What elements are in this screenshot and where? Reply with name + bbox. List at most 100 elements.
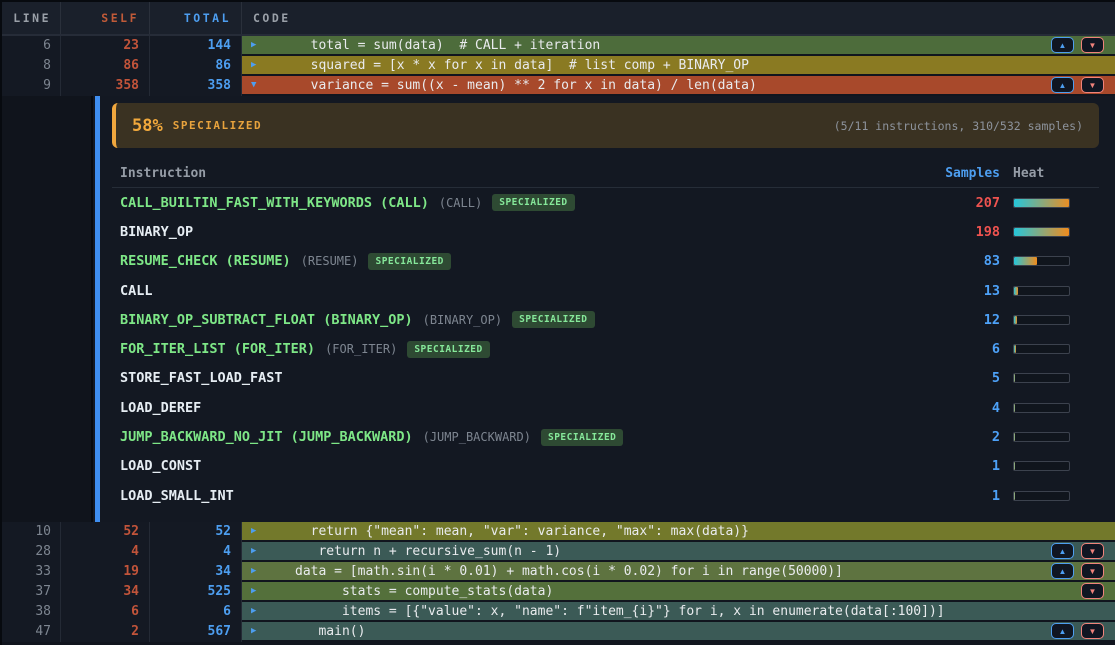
instruction-table-header: Instruction Samples Heat — [112, 160, 1099, 188]
instruction-table-body: CALL_BUILTIN_FAST_WITH_KEYWORDS (CALL) (… — [112, 188, 1099, 510]
total-samples: 34 — [150, 562, 242, 582]
instruction-base-opcode: (BINARY_OP) — [423, 313, 502, 327]
expand-arrow-icon[interactable]: ▶ — [251, 542, 256, 560]
expand-arrow-icon[interactable]: ▼ — [251, 76, 256, 94]
heat-bar-fill — [1014, 257, 1037, 265]
gutter-background — [2, 96, 93, 522]
instruction-name: CALL — [120, 283, 153, 299]
expand-arrow-icon[interactable]: ▶ — [251, 602, 256, 620]
self-samples: 86 — [61, 56, 150, 76]
navigate-up-button[interactable]: ▲ — [1051, 563, 1074, 579]
instruction-name: LOAD_CONST — [120, 458, 201, 474]
heat-bar-fill — [1014, 404, 1015, 412]
code-cell[interactable]: ▶ return {"mean": mean, "var": variance,… — [242, 522, 1115, 542]
line-number: 8 — [2, 56, 61, 76]
code-text: total = sum(data) # CALL + iteration — [295, 36, 600, 55]
navigate-down-button[interactable]: ▼ — [1081, 563, 1104, 579]
code-cell[interactable]: ▶ squared = [x * x for x in data] # list… — [242, 56, 1115, 76]
self-samples: 52 — [61, 522, 150, 542]
instruction-row: LOAD_DEREF 4 — [112, 393, 1099, 422]
self-samples: 34 — [61, 582, 150, 602]
instruction-row: LOAD_SMALL_INT 1 — [112, 481, 1099, 510]
code-cell[interactable]: ▼ variance = sum((x - mean) ** 2 for x i… — [242, 76, 1115, 96]
instruction-sample-count: 6 — [920, 341, 1000, 357]
instruction-base-opcode: (RESUME) — [301, 254, 359, 268]
heat-bar — [1013, 403, 1070, 413]
line-number: 6 — [2, 36, 61, 56]
expand-arrow-icon[interactable]: ▶ — [251, 56, 256, 74]
code-text: data = [math.sin(i * 0.01) + math.cos(i … — [295, 562, 843, 581]
self-samples: 6 — [61, 602, 150, 622]
self-samples: 358 — [61, 76, 150, 96]
expand-arrow-icon[interactable]: ▶ — [251, 622, 256, 640]
code-line-row: 38 6 6 ▶ items = [{"value": x, "name": f… — [2, 602, 1115, 622]
specialized-badge: SPECIALIZED — [368, 253, 450, 270]
heat-bar — [1013, 344, 1070, 354]
heat-bar — [1013, 373, 1070, 383]
instruction-row: CALL_BUILTIN_FAST_WITH_KEYWORDS (CALL) (… — [112, 188, 1099, 217]
specialization-banner: 58% SPECIALIZED (5/11 instructions, 310/… — [112, 103, 1099, 148]
instruction-sample-count: 5 — [920, 370, 1000, 386]
navigate-down-button[interactable]: ▼ — [1081, 543, 1104, 559]
instruction-base-opcode: (FOR_ITER) — [325, 342, 397, 356]
instruction-name: CALL_BUILTIN_FAST_WITH_KEYWORDS (CALL) — [120, 195, 429, 211]
instruction-name: RESUME_CHECK (RESUME) — [120, 253, 291, 269]
banner-summary: (5/11 instructions, 310/532 samples) — [834, 119, 1083, 133]
navigate-down-button[interactable]: ▼ — [1081, 77, 1104, 93]
expand-arrow-icon[interactable]: ▶ — [251, 582, 256, 600]
code-text: variance = sum((x - mean) ** 2 for x in … — [295, 76, 757, 95]
instruction-sample-count: 2 — [920, 429, 1000, 445]
code-line-row: 37 34 525 ▶ stats = compute_stats(data) … — [2, 582, 1115, 602]
instruction-sample-count: 1 — [920, 458, 1000, 474]
navigate-up-button[interactable]: ▲ — [1051, 77, 1074, 93]
total-samples: 567 — [150, 622, 242, 642]
code-cell[interactable]: ▶ return n + recursive_sum(n - 1) ▲ ▼ — [242, 542, 1115, 562]
instruction-row: BINARY_OP_SUBTRACT_FLOAT (BINARY_OP) (BI… — [112, 305, 1099, 334]
navigate-up-button[interactable]: ▲ — [1051, 37, 1074, 53]
self-samples: 23 — [61, 36, 150, 56]
code-cell[interactable]: ▶ data = [math.sin(i * 0.01) + math.cos(… — [242, 562, 1115, 582]
line-number: 38 — [2, 602, 61, 622]
heat-bar-fill — [1014, 374, 1015, 382]
heat-bar-fill — [1014, 492, 1015, 500]
code-cell[interactable]: ▶ main() ▲ ▼ — [242, 622, 1115, 642]
navigate-up-button[interactable]: ▲ — [1051, 543, 1074, 559]
instruction-row: STORE_FAST_LOAD_FAST 5 — [112, 364, 1099, 393]
specialization-details-panel: 58% SPECIALIZED (5/11 instructions, 310/… — [2, 96, 1115, 522]
navigate-up-button[interactable]: ▲ — [1051, 623, 1074, 639]
instruction-sample-count: 13 — [920, 283, 1000, 299]
code-cell[interactable]: ▶ total = sum(data) # CALL + iteration ▲… — [242, 36, 1115, 56]
instruction-name: JUMP_BACKWARD_NO_JIT (JUMP_BACKWARD) — [120, 429, 413, 445]
heat-bar-fill — [1014, 433, 1015, 441]
instruction-name: FOR_ITER_LIST (FOR_ITER) — [120, 341, 315, 357]
instruction-column-header: Instruction — [112, 166, 920, 181]
line-number: 33 — [2, 562, 61, 582]
code-cell[interactable]: ▶ stats = compute_stats(data) ▼ — [242, 582, 1115, 602]
total-samples: 358 — [150, 76, 242, 96]
instruction-row: CALL 13 — [112, 276, 1099, 305]
expand-arrow-icon[interactable]: ▶ — [251, 562, 256, 580]
instruction-name: LOAD_DEREF — [120, 400, 201, 416]
instruction-sample-count: 198 — [920, 224, 1000, 240]
total-samples: 525 — [150, 582, 242, 602]
heat-bar-fill — [1014, 345, 1016, 353]
specialized-badge: SPECIALIZED — [512, 311, 594, 328]
heat-bar-fill — [1014, 199, 1070, 207]
instruction-row: JUMP_BACKWARD_NO_JIT (JUMP_BACKWARD) (JU… — [112, 422, 1099, 451]
heat-bar — [1013, 491, 1070, 501]
navigate-down-button[interactable]: ▼ — [1081, 37, 1104, 53]
instruction-row: FOR_ITER_LIST (FOR_ITER) (FOR_ITER) SPEC… — [112, 334, 1099, 363]
code-text: main() — [295, 622, 365, 641]
expand-arrow-icon[interactable]: ▶ — [251, 522, 256, 540]
specialized-percent: 58% — [132, 116, 163, 136]
line-number: 9 — [2, 76, 61, 96]
navigate-down-button[interactable]: ▼ — [1081, 623, 1104, 639]
heat-column-header: Heat — [1013, 166, 1070, 181]
instruction-sample-count: 83 — [920, 253, 1000, 269]
expand-arrow-icon[interactable]: ▶ — [251, 36, 256, 54]
self-samples: 19 — [61, 562, 150, 582]
code-cell[interactable]: ▶ items = [{"value": x, "name": f"item_{… — [242, 602, 1115, 622]
instruction-sample-count: 207 — [920, 195, 1000, 211]
navigate-down-button[interactable]: ▼ — [1081, 583, 1104, 599]
table-header: LINE SELF TOTAL CODE — [2, 2, 1115, 36]
